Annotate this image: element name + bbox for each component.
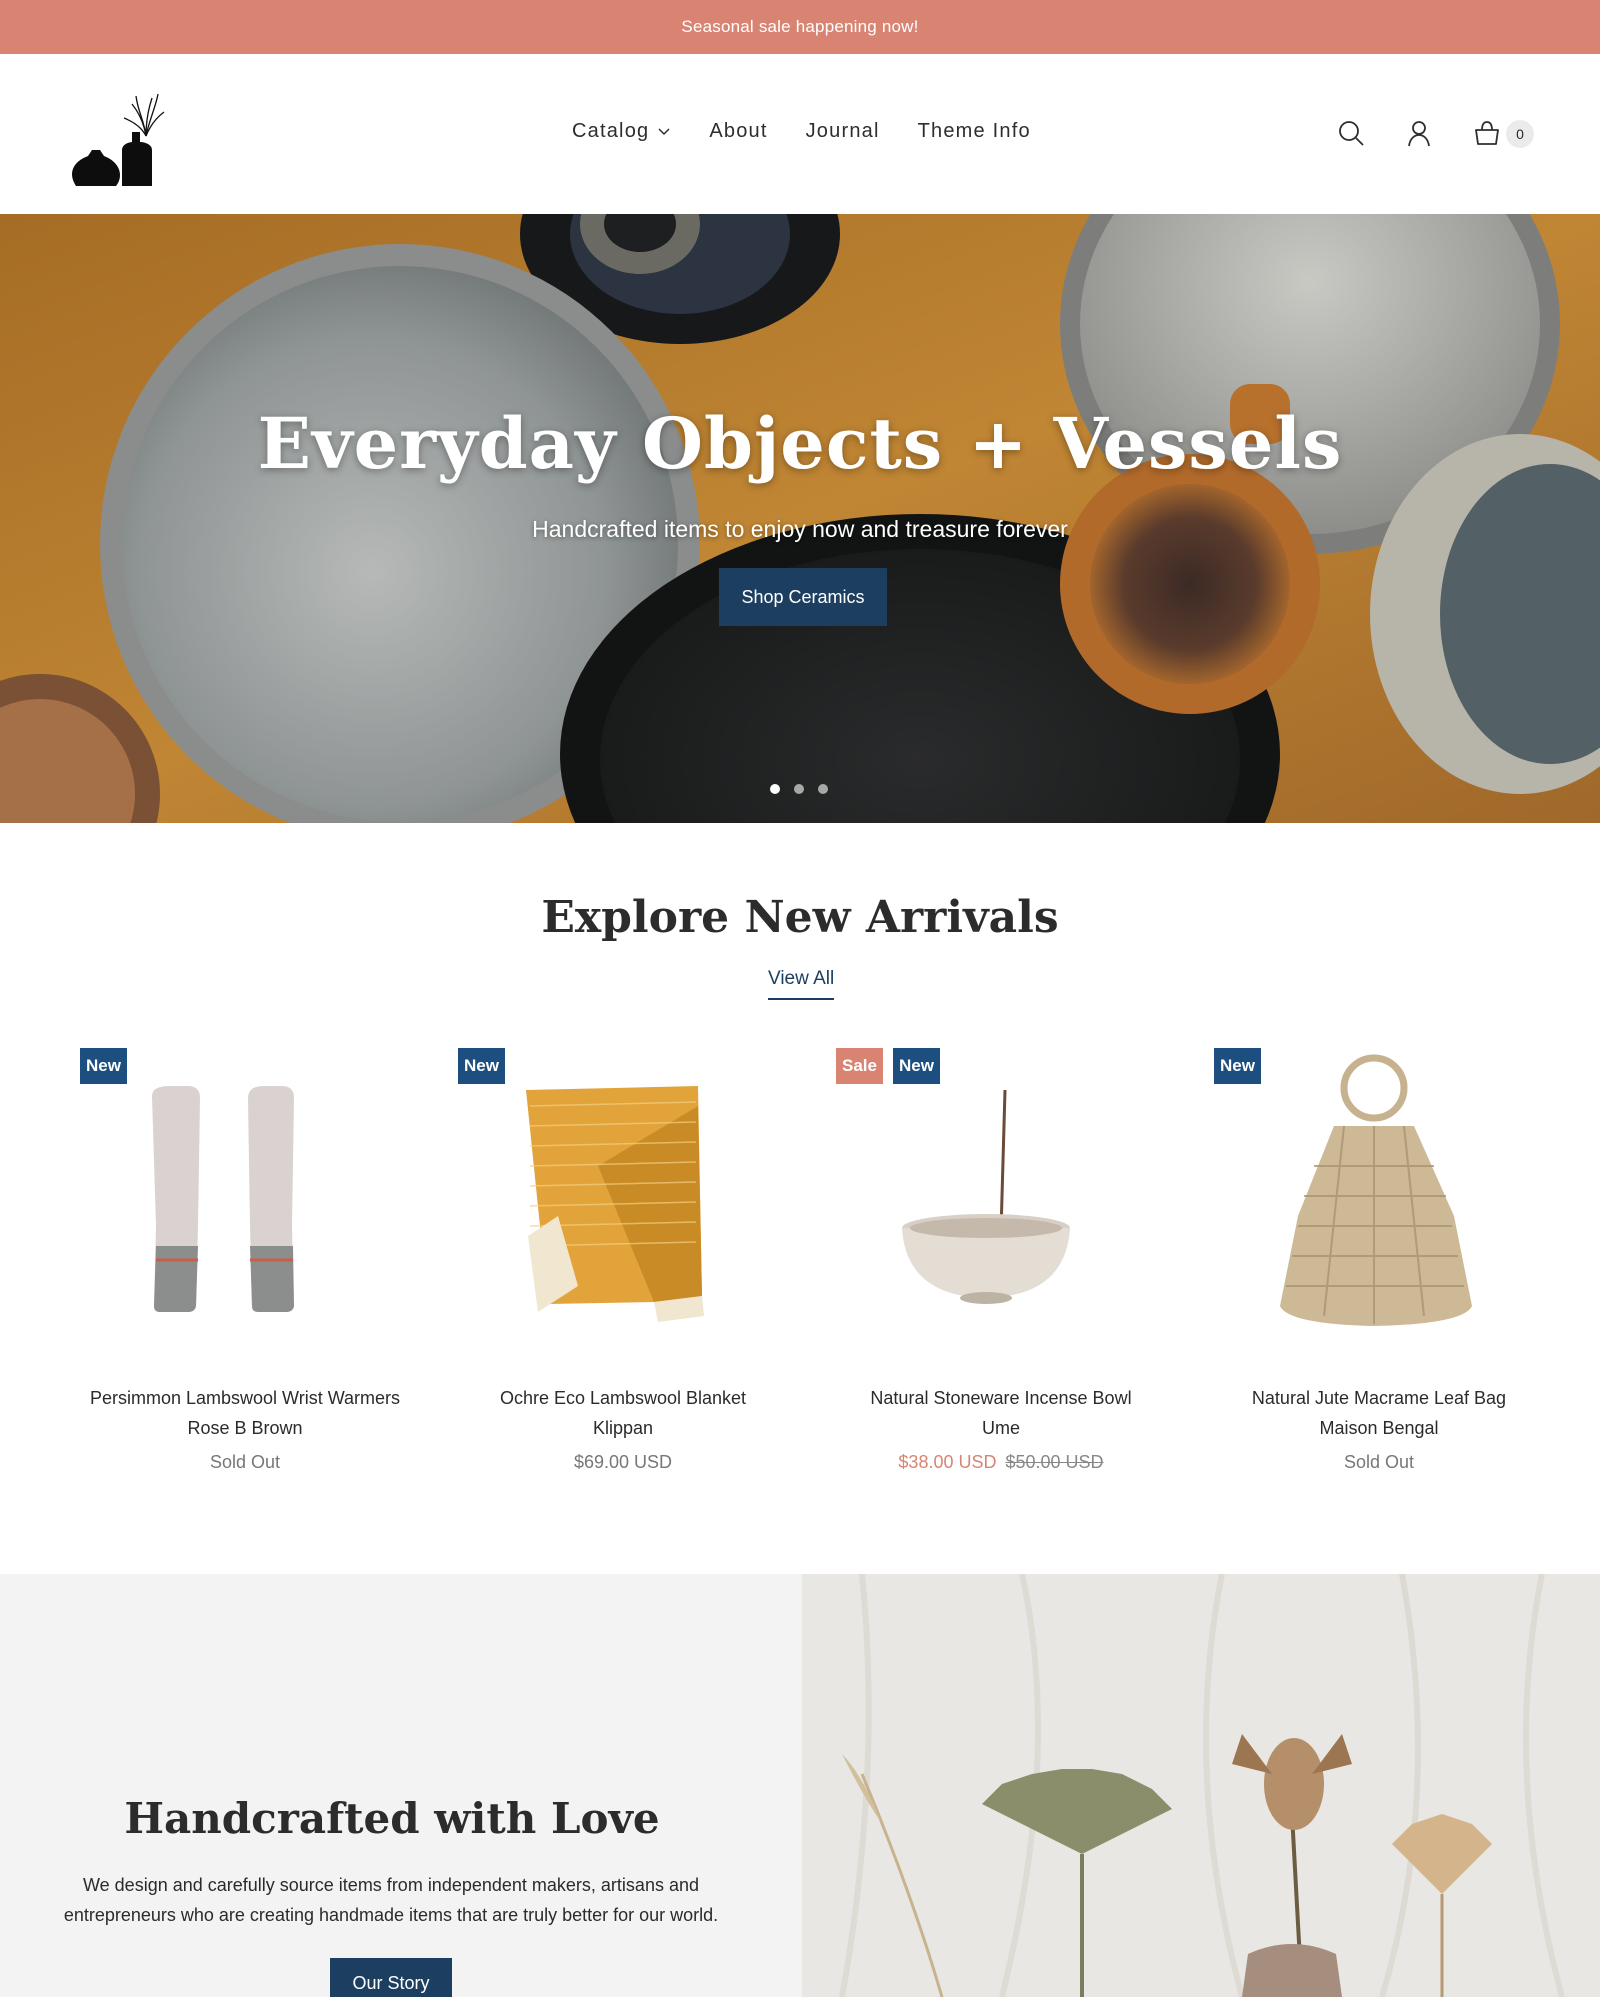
product-title[interactable]: Natural Stoneware Incense Bowl [816,1388,1186,1409]
sale-price: $38.00 USD [898,1452,997,1472]
main-nav: Catalog About Journal Theme Info [572,120,1031,143]
product-badges: New [458,1048,505,1084]
our-story-button[interactable]: Our Story [330,1958,452,1997]
announcement-text: Seasonal sale happening now! [681,17,919,36]
product-vendor: Ume [981,1418,1020,1438]
product-price: Sold Out [1343,1452,1415,1472]
new-badge: New [892,1048,940,1084]
nav-catalog[interactable]: Catalog [572,120,671,143]
product-badges: New [80,1048,127,1084]
product-image[interactable] [458,1046,788,1346]
slide-dot-1[interactable] [770,784,780,794]
cart-count-badge: 0 [1506,120,1534,148]
view-all-link[interactable]: View All [768,968,835,1000]
new-arrivals-title: Explore New Arrivals [541,892,1059,943]
nav-about[interactable]: About [709,120,767,143]
announcement-bar: Seasonal sale happening now! [0,0,1600,54]
cart-icon[interactable] [1472,118,1502,148]
product-title[interactable]: Ochre Eco Lambswool Blanket [438,1388,808,1409]
nav-journal-label: Journal [805,120,880,142]
sale-badge: Sale [836,1048,883,1084]
product-image[interactable] [1214,1046,1544,1346]
product-badges: Sale New [836,1048,940,1084]
story-title: Handcrafted with Love [124,1794,660,1843]
new-badge: New [80,1048,127,1084]
nav-theme-info-label: Theme Info [917,120,1031,142]
slide-dot-3[interactable] [818,784,828,794]
product-image[interactable] [836,1046,1166,1346]
shop-ceramics-button[interactable]: Shop Ceramics [719,568,887,626]
product-title[interactable]: Persimmon Lambswool Wrist Warmers [60,1388,430,1409]
product-vendor: Maison Bengal [1319,1418,1439,1438]
product-vendor: Klippan [592,1418,654,1438]
chevron-down-icon [658,127,670,135]
product-price: Sold Out [209,1452,281,1472]
compare-at-price: $50.00 USD [1005,1452,1104,1472]
product-vendor: Rose B Brown [187,1418,303,1438]
product-card[interactable]: New Ochre Eco Lambswool Blanket Klippan … [458,1046,788,1486]
slide-dot-2[interactable] [794,784,804,794]
nav-about-label: About [709,120,768,142]
nav-catalog-label: Catalog [572,120,650,142]
product-title[interactable]: Natural Jute Macrame Leaf Bag [1194,1388,1564,1409]
store-logo[interactable] [66,84,170,188]
search-icon[interactable] [1336,118,1366,148]
hero-title: Everyday Objects + Vessels [257,402,1343,485]
new-badge: New [1214,1048,1261,1084]
nav-journal[interactable]: Journal [806,120,880,143]
product-price: $38.00 USD $50.00 USD [816,1452,1186,1473]
product-badges: New [1214,1048,1261,1084]
story-text: We design and carefully source items fro… [63,1875,719,1925]
product-card[interactable]: New Persimmon Lambswool Wrist Warmers Ro… [80,1046,410,1486]
story-image [802,1574,1600,1997]
product-card[interactable]: New Natural Jute Macrame Leaf Bag Maison… [1214,1046,1544,1486]
product-price: $69.00 USD [573,1452,673,1472]
product-image[interactable] [80,1046,410,1346]
hero-subtitle: Handcrafted items to enjoy now and treas… [532,516,1068,542]
site-header: Catalog About Journal Theme Info 0 [0,54,1600,214]
account-icon[interactable] [1404,118,1434,148]
product-card[interactable]: Sale New Natural Stoneware Incense Bowl … [836,1046,1166,1486]
story-section: Handcrafted with Love We design and care… [0,1574,802,1997]
nav-theme-info[interactable]: Theme Info [918,120,1031,143]
slide-indicators-overlay [770,784,828,794]
new-badge: New [458,1048,505,1084]
